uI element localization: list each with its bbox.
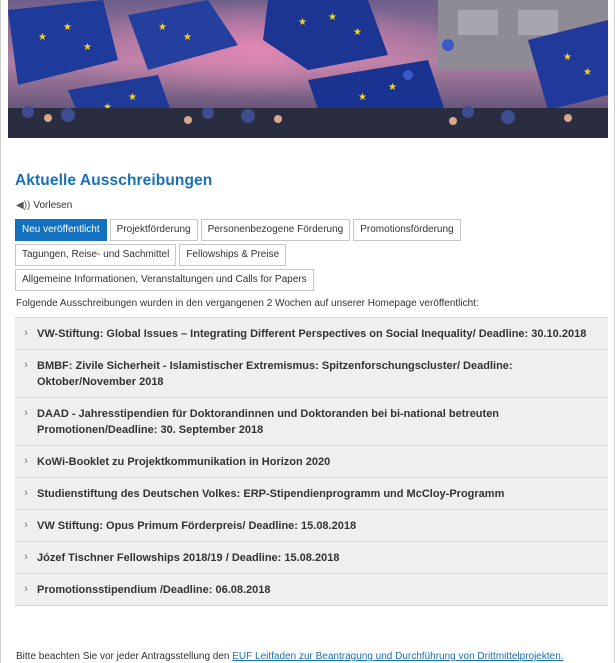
list-item-title: VW-Stiftung: Global Issues – Integrating…: [37, 328, 587, 340]
chevron-right-icon: ›: [24, 519, 28, 531]
list-item[interactable]: › DAAD - Jahresstipendien für Doktorandi…: [15, 398, 608, 446]
list-item-title: DAAD - Jahresstipendien für Doktorandinn…: [37, 408, 500, 436]
list-item[interactable]: › BMBF: Zivile Sicherheit - Islamistisch…: [15, 350, 608, 398]
tab-personenbezogene-foerderung[interactable]: Personenbezogene Förderung: [200, 219, 351, 241]
list-item[interactable]: › VW-Stiftung: Global Issues – Integrati…: [15, 318, 608, 350]
svg-text:★: ★: [183, 32, 192, 43]
chevron-right-icon: ›: [24, 583, 28, 595]
svg-text:★: ★: [563, 52, 572, 63]
svg-text:★: ★: [358, 92, 367, 103]
speaker-icon: ◀)): [16, 200, 31, 211]
read-aloud-label: Vorlesen: [33, 200, 73, 211]
svg-text:★: ★: [388, 82, 397, 93]
svg-text:★: ★: [353, 27, 362, 38]
svg-text:★: ★: [128, 92, 137, 103]
svg-text:★: ★: [158, 22, 167, 33]
chevron-right-icon: ›: [24, 455, 28, 467]
tab-promotionsfoerderung[interactable]: Promotionsförderung: [353, 219, 461, 241]
svg-text:★: ★: [583, 67, 592, 78]
list-item[interactable]: › KoWi-Booklet zu Projektkommunikation i…: [15, 446, 608, 478]
page-title: Aktuelle Ausschreibungen: [15, 172, 213, 189]
tab-fellowships-preise[interactable]: Fellowships & Preise: [179, 244, 287, 266]
tab-allgemeine-informationen[interactable]: Allgemeine Informationen, Veranstaltunge…: [15, 269, 314, 291]
list-item-title: Studienstiftung des Deutschen Volkes: ER…: [37, 488, 505, 500]
list-item-title: BMBF: Zivile Sicherheit - Islamistischer…: [37, 360, 513, 388]
list-item[interactable]: › VW Stiftung: Opus Primum Förderpreis/ …: [15, 510, 608, 542]
eu-flags-crowd-photo: ★★★ ★★ ★ ★★ ★★ ★★ ★★: [8, 0, 608, 138]
list-item-title: VW Stiftung: Opus Primum Förderpreis/ De…: [37, 520, 357, 532]
svg-text:★: ★: [38, 32, 47, 43]
read-aloud-button[interactable]: ◀)) Vorlesen: [8, 200, 608, 211]
chevron-right-icon: ›: [24, 327, 28, 339]
guidelines-link[interactable]: EUF Leitfaden zur Beantragung und Durchf…: [232, 651, 563, 662]
tab-tagungen-reise-sachmittel[interactable]: Tagungen, Reise- und Sachmittel: [15, 244, 177, 266]
chevron-right-icon: ›: [24, 359, 28, 371]
svg-text:★: ★: [63, 22, 72, 33]
tab-neu-veroeffentlicht[interactable]: Neu veröffentlicht: [15, 219, 107, 241]
chevron-right-icon: ›: [24, 551, 28, 563]
tab-projektfoerderung[interactable]: Projektförderung: [109, 219, 198, 241]
list-item-title: KoWi-Booklet zu Projektkommunikation in …: [37, 456, 331, 468]
list-item[interactable]: › Promotionsstipendium /Deadline: 06.08.…: [15, 574, 608, 606]
category-tabs: Neu veröffentlicht Projektförderung Pers…: [8, 219, 518, 291]
announcement-list: › VW-Stiftung: Global Issues – Integrati…: [15, 317, 608, 606]
chevron-right-icon: ›: [24, 487, 28, 499]
hero-banner-image: ★ ★ ★ ★ ★ ★ ★ ★ ★ ★ ★ ★ ★ ★: [8, 0, 608, 138]
list-item[interactable]: › Józef Tischner Fellowships 2018/19 / D…: [15, 542, 608, 574]
footer-note-text: Bitte beachten Sie vor jeder Antragsstel…: [16, 651, 233, 662]
footer-note: Bitte beachten Sie vor jeder Antragsstel…: [16, 651, 564, 662]
main-content: Aktuelle Ausschreibungen ◀)) Vorlesen Ne…: [8, 138, 608, 606]
list-item-title: Józef Tischner Fellowships 2018/19 / Dea…: [37, 552, 340, 564]
intro-text: Folgende Ausschreibungen wurden in den v…: [16, 298, 479, 309]
svg-text:★: ★: [83, 42, 92, 53]
svg-text:★: ★: [298, 17, 307, 28]
list-item[interactable]: › Studienstiftung des Deutschen Volkes: …: [15, 478, 608, 510]
chevron-right-icon: ›: [24, 407, 28, 419]
page: ★ ★ ★ ★ ★ ★ ★ ★ ★ ★ ★ ★ ★ ★ Aktuelle Ausschrei: [0, 0, 615, 663]
list-item-title: Promotionsstipendium /Deadline: 06.08.20…: [37, 584, 271, 596]
svg-text:★: ★: [328, 12, 337, 23]
